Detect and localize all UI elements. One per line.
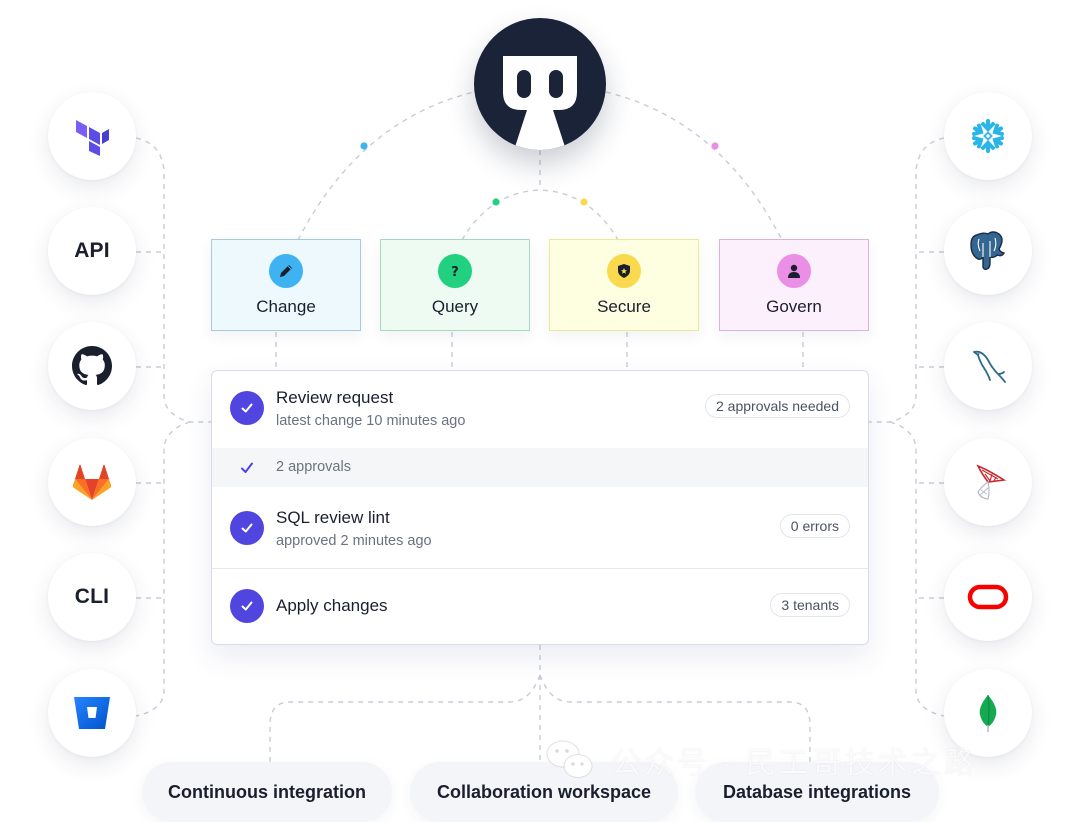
apply-title: Apply changes	[276, 596, 388, 615]
pill-collaboration-workspace[interactable]: Collaboration workspace	[410, 762, 678, 822]
dot-secure	[580, 198, 588, 206]
step-review-request[interactable]: Review request latest change 10 minutes …	[212, 371, 868, 448]
approval-check-icon	[241, 462, 253, 473]
api-label: API	[74, 239, 110, 262]
apply-check-icon	[230, 589, 264, 623]
mongodb-icon	[979, 694, 997, 732]
source-cli[interactable]: CLI	[48, 553, 136, 641]
approvals-label: 2 approvals	[276, 459, 351, 475]
db-sqlserver[interactable]	[944, 438, 1032, 526]
shield-icon	[618, 264, 630, 278]
sqlserver-icon	[976, 464, 1007, 500]
feature-secure-label: Secure	[597, 297, 651, 316]
architecture-diagram: API CLI Change ? Query Secure Govern Rev…	[0, 0, 1080, 822]
lint-subtitle: approved 2 minutes ago	[276, 533, 432, 549]
hub-logo[interactable]	[474, 18, 606, 150]
feature-secure-icon-bg	[607, 254, 641, 288]
review-subtitle: latest change 10 minutes ago	[276, 413, 466, 429]
db-snowflake[interactable]	[944, 92, 1032, 180]
db-mongodb[interactable]	[944, 669, 1032, 757]
cli-label: CLI	[74, 585, 110, 608]
connector-dots	[360, 142, 719, 206]
approvals-row[interactable]: 2 approvals	[212, 448, 868, 487]
dot-query	[492, 198, 500, 206]
source-gitlab[interactable]	[48, 438, 136, 526]
feature-query[interactable]: ? Query	[380, 239, 530, 331]
lint-check-icon	[230, 511, 264, 545]
review-check-icon	[230, 391, 264, 425]
source-terraform[interactable]	[48, 92, 136, 180]
pill-database-integrations[interactable]: Database integrations	[695, 762, 939, 822]
pencil-icon	[280, 265, 292, 277]
svg-text:?: ?	[451, 265, 459, 279]
feature-change[interactable]: Change	[211, 239, 361, 331]
review-badge: 2 approvals needed	[705, 394, 850, 418]
db-oracle[interactable]	[944, 553, 1032, 641]
source-github[interactable]	[48, 322, 136, 410]
workflow-card: Review request latest change 10 minutes …	[211, 370, 869, 645]
user-icon	[788, 264, 800, 278]
mysql-icon	[973, 350, 1006, 383]
step-sql-review-lint[interactable]: SQL review lint approved 2 minutes ago 0…	[212, 487, 868, 569]
lint-badge: 0 errors	[779, 514, 850, 538]
review-title: Review request	[276, 388, 394, 407]
pill-continuous-integration[interactable]: Continuous integration	[142, 762, 392, 822]
postgresql-icon	[970, 231, 1006, 270]
step-apply-changes[interactable]: Apply changes 3 tenants	[212, 570, 868, 644]
feature-query-label: Query	[431, 297, 479, 316]
oracle-icon	[967, 584, 1009, 610]
feature-change-icon-bg	[269, 254, 303, 288]
db-mysql[interactable]	[944, 322, 1032, 410]
github-icon	[72, 346, 112, 386]
feature-govern[interactable]: Govern	[719, 239, 869, 331]
feature-govern-icon-bg	[777, 254, 811, 288]
dot-govern	[711, 142, 719, 150]
feature-secure[interactable]: Secure	[549, 239, 699, 331]
db-postgresql[interactable]	[944, 207, 1032, 295]
lint-title: SQL review lint	[276, 508, 390, 527]
terraform-icon	[76, 120, 109, 156]
apply-badge: 3 tenants	[770, 593, 850, 617]
question-icon: ?	[451, 265, 459, 279]
feature-govern-label: Govern	[766, 297, 822, 316]
dot-change	[360, 142, 368, 150]
bitbucket-icon	[74, 697, 110, 729]
feature-change-label: Change	[256, 297, 316, 316]
feature-query-icon-bg: ?	[438, 254, 472, 288]
snowflake-icon	[972, 119, 1004, 153]
gitlab-icon	[72, 464, 112, 500]
source-bitbucket[interactable]	[48, 669, 136, 757]
source-api[interactable]: API	[48, 207, 136, 295]
bytebase-logo-icon	[503, 56, 577, 150]
